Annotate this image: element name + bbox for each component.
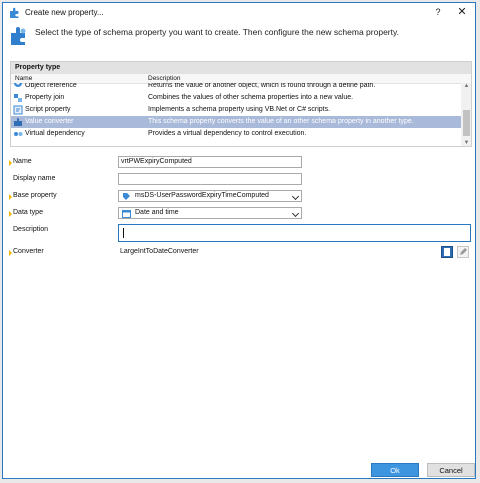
calendar-icon — [122, 210, 131, 218]
row-description: Returns the value of another object, whi… — [148, 83, 376, 89]
title-bar: Create new property... ? ✕ — [3, 3, 475, 23]
chevron-down-icon — [291, 192, 300, 201]
description-label: Description — [13, 226, 49, 233]
row-name: Object reference — [25, 83, 77, 89]
table-row[interactable]: Property join Combines the values of oth… — [11, 92, 461, 104]
virtual-dependency-icon — [14, 132, 23, 136]
name-input[interactable]: vrtPWExpiryComputed — [118, 156, 302, 168]
row-name: Value converter — [25, 118, 74, 125]
ok-button[interactable]: Ok — [371, 463, 419, 477]
data-type-label: Data type — [9, 209, 43, 217]
row-description: This schema property converts the value … — [148, 118, 414, 125]
table-row[interactable]: Script property Implements a schema prop… — [11, 104, 461, 116]
base-property-label: Base property — [9, 192, 57, 200]
base-property-value: msDS-UserPasswordExpiryTimeComputed — [135, 192, 269, 199]
pencil-icon — [460, 248, 467, 255]
table-row[interactable]: Object reference Returns the value of an… — [11, 83, 461, 92]
row-name: Property join — [25, 94, 65, 101]
row-description: Implements a schema property using VB.Ne… — [148, 106, 331, 113]
window-title: Create new property... — [25, 8, 104, 17]
object-reference-icon — [14, 83, 22, 87]
chevron-down-icon — [291, 209, 300, 218]
document-icon — [444, 248, 450, 256]
row-name: Script property — [25, 106, 71, 113]
property-join-icon — [14, 94, 22, 102]
help-button[interactable]: ? — [430, 5, 446, 20]
instruction-text: Select the type of schema property you w… — [35, 27, 399, 37]
display-name-label: Display name — [13, 175, 56, 182]
table-row-selected[interactable]: Value converter This schema property con… — [11, 116, 461, 128]
scroll-up-arrow-icon[interactable]: ▲ — [463, 83, 470, 90]
scrollbar-thumb[interactable] — [463, 110, 470, 136]
data-type-select[interactable]: Date and time — [118, 207, 302, 219]
grid-rows: Object reference Returns the value of an… — [11, 83, 461, 146]
name-label: Name — [9, 158, 32, 166]
text-caret — [123, 228, 124, 238]
converter-value: LargeIntToDateConverter — [120, 248, 199, 255]
create-property-dialog: Create new property... ? ✕ Select the ty… — [2, 2, 476, 479]
data-type-value: Date and time — [135, 209, 179, 216]
puzzle-icon — [11, 27, 26, 45]
column-header-description[interactable]: Description — [148, 74, 181, 83]
column-header-name[interactable]: Name — [15, 74, 32, 83]
grid-section-title: Property type — [11, 62, 471, 74]
tag-icon — [123, 193, 130, 200]
script-property-icon — [13, 105, 23, 115]
table-row[interactable]: Virtual dependency Provides a virtual de… — [11, 128, 461, 140]
converter-settings-button[interactable] — [441, 246, 453, 258]
row-description: Provides a virtual dependency to control… — [148, 130, 307, 137]
property-type-grid: Property type Name Description Object re… — [10, 61, 472, 147]
base-property-select[interactable]: msDS-UserPasswordExpiryTimeComputed — [118, 190, 302, 202]
value-converter-icon — [14, 118, 22, 126]
row-description: Combines the values of other schema prop… — [148, 94, 354, 101]
scroll-down-arrow-icon[interactable]: ▼ — [463, 140, 470, 146]
cancel-button[interactable]: Cancel — [427, 463, 475, 477]
row-name: Virtual dependency — [25, 130, 85, 137]
description-textarea[interactable] — [118, 224, 471, 242]
display-name-input[interactable] — [118, 173, 302, 185]
close-button[interactable]: ✕ — [454, 5, 470, 20]
puzzle-icon — [10, 7, 19, 18]
converter-edit-button[interactable] — [457, 246, 469, 258]
converter-label: Converter — [9, 248, 44, 256]
grid-scrollbar[interactable]: ▲ ▼ — [461, 83, 471, 146]
